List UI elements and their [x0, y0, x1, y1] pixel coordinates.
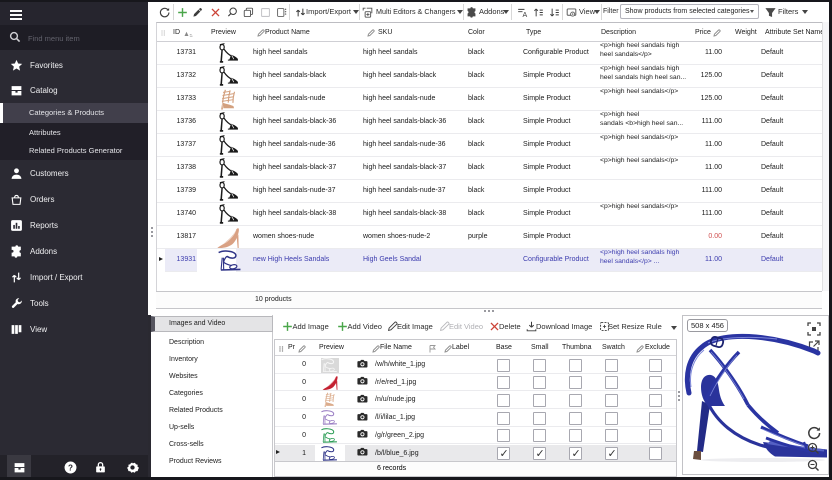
svg-text:?: ?	[68, 463, 73, 472]
svg-text:A: A	[523, 12, 528, 18]
